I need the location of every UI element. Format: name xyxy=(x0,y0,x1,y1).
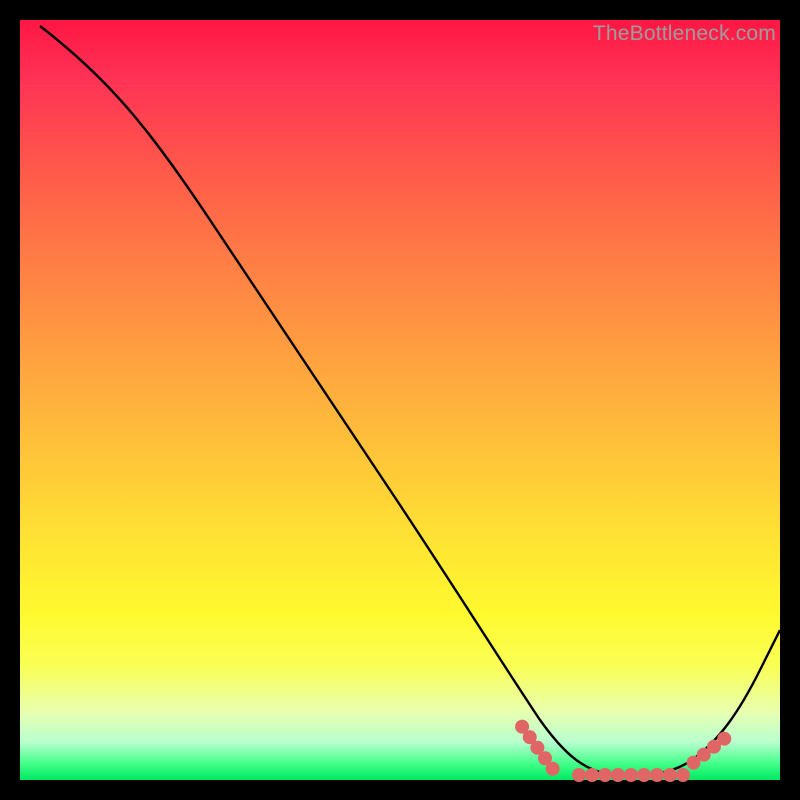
bottleneck-curve xyxy=(20,20,780,780)
plot-area: TheBottleneck.com xyxy=(20,20,780,780)
marker-group-flat xyxy=(572,768,692,782)
chart-frame: TheBottleneck.com xyxy=(0,0,800,800)
